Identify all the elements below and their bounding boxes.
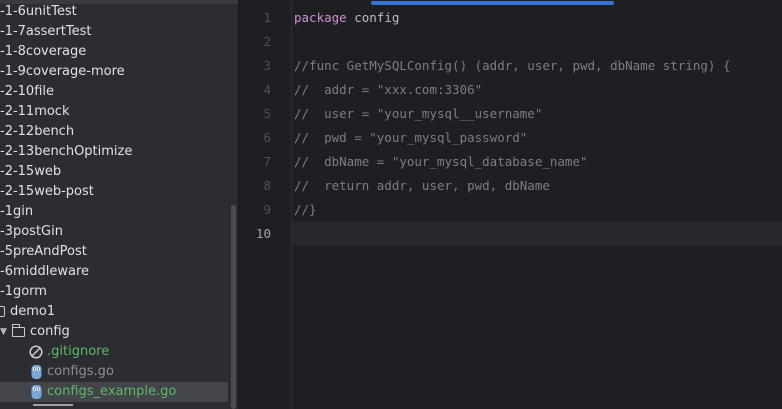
tree-item-label: configs.go [47,364,114,379]
gutter-separator [291,0,292,409]
line-number: 7 [263,154,271,169]
tree-item-label: configs_example.go [47,384,177,399]
keyword-token: package [294,10,347,25]
code-line-8[interactable]: // return addr, user, pwd, dbName [294,174,550,197]
tree-item-label: -2-15web [0,164,62,179]
tree-item-2-10file[interactable]: -2-10file [0,82,228,102]
folder-icon [11,324,25,337]
chevron-down-icon[interactable]: ▼ [0,322,7,342]
tree-item-1gorm[interactable]: -1gorm [0,282,228,302]
tree-item-label: -3postGin [0,224,63,239]
tree-item-2-13benchOptimize[interactable]: -2-13benchOptimize [0,142,228,162]
go-file-icon [31,385,42,399]
tree-item-2-15web[interactable]: -2-15web [0,162,228,182]
tree-item-3postGin[interactable]: -3postGin [0,222,228,242]
tree-item-config-folder[interactable]: ▼ config [0,322,228,342]
line-number: 6 [263,130,271,145]
tree-item-label: -1gin [0,204,34,219]
tree-item-configs-go[interactable]: configs.go [0,362,228,382]
tree-item-label: -2-12bench [0,124,75,139]
current-line-highlight [239,222,782,245]
ignore-file-icon [29,345,43,359]
line-number-current: 10 [255,226,271,241]
tree-scrollbar[interactable] [231,205,236,409]
line-number: 3 [263,58,271,73]
line-number: 4 [263,82,271,97]
line-number-gutter: 1 2 3 4 5 6 7 8 9 10 [239,0,291,409]
code-line-6[interactable]: // pwd = "your_mysql_password" [294,126,527,149]
code-line-5[interactable]: // user = "your_mysql__username" [294,102,542,125]
tree-item-2-11mock[interactable]: -2-11mock [0,102,228,122]
tree-item-label: config [30,324,70,339]
tree-item-label: -1-7assertTest [0,24,92,39]
module-icon [0,306,5,317]
tree-item-label: -6middleware [0,264,90,279]
code-line-3[interactable]: //func GetMySQLConfig() (addr, user, pwd… [294,54,731,77]
line-number: 9 [263,202,271,217]
tree-item-1-6unitTest[interactable]: -1-6unitTest [0,2,228,22]
tree-item-configs-example-go[interactable]: configs_example.go [0,382,228,402]
tree-item-1-7assertTest[interactable]: -1-7assertTest [0,22,228,42]
tree-item-6middleware[interactable]: -6middleware [0,262,228,282]
tree-item-label: demo1 [10,304,56,319]
line-number: 8 [263,178,271,193]
tree-item-label: -2-11mock [0,104,70,119]
tree-item-label: -1-9coverage-more [0,64,125,79]
identifier-token: config [346,10,400,25]
tree-item-label: -2-15web-post [0,184,94,199]
tree-item-label: -2-13benchOptimize [0,144,133,159]
tree-item-2-12bench[interactable]: -2-12bench [0,122,228,142]
tree-next-row-text-fragment [33,404,73,406]
line-number: 1 [263,10,271,25]
tree-item-1-8coverage[interactable]: -1-8coverage [0,42,228,62]
tree-item-label: .gitignore [47,344,110,359]
tree-item-label: -1-6unitTest [0,4,77,19]
tree-item-label: -1gorm [0,284,47,299]
code-line-4[interactable]: // addr = "xxx.com:3306" [294,78,482,101]
tree-item-5preAndPost[interactable]: -5preAndPost [0,242,228,262]
tree-item-demo1[interactable]: demo1 [0,302,228,322]
tree-item-label: -2-10file [0,84,54,99]
tree-item-label: -5preAndPost [0,244,87,259]
tree-item-1gin[interactable]: -1gin [0,202,228,222]
code-editor[interactable]: 1 2 3 4 5 6 7 8 9 10 package config //fu… [239,0,782,409]
code-line-1[interactable]: package config [294,6,399,29]
code-line-7[interactable]: // dbName = "your_mysql_database_name" [294,150,588,173]
tree-item-label: -1-8coverage [0,44,87,59]
line-number: 5 [263,106,271,121]
line-number: 2 [263,34,271,49]
tree-item-1-9coverage-more[interactable]: -1-9coverage-more [0,62,228,82]
code-line-9[interactable]: //} [294,198,317,221]
active-tab-indicator [371,1,614,5]
project-tree: -1-6unitTest -1-7assertTest -1-8coverage… [0,0,238,409]
go-file-icon [31,365,42,379]
tree-item-gitignore[interactable]: .gitignore [0,342,228,362]
tree-item-2-15web-post[interactable]: -2-15web-post [0,182,228,202]
